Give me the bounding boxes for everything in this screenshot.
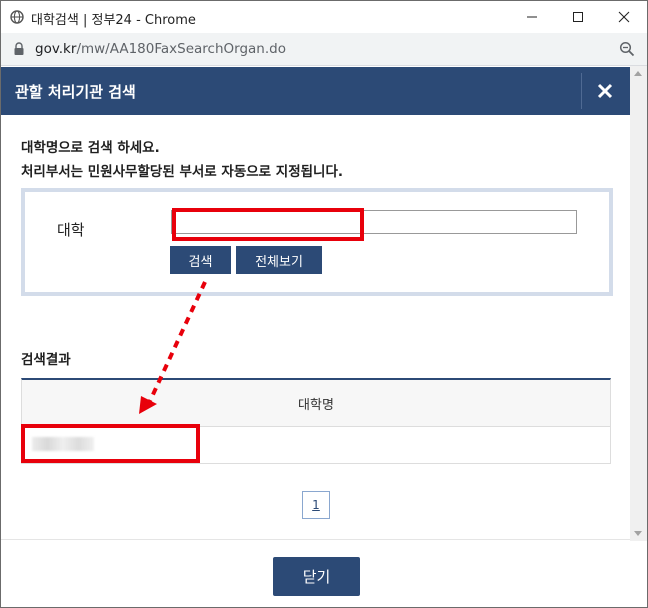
zoom-icon[interactable]	[619, 41, 635, 57]
blurred-result[interactable]	[32, 437, 94, 451]
minimize-button[interactable]	[509, 1, 555, 33]
table-header: 대학명	[22, 380, 610, 427]
url-path: /mw/AA180FaxSearchOrgan.do	[76, 41, 286, 57]
window-title: 대학검색 | 정부24 - Chrome	[31, 13, 196, 28]
close-icon	[597, 83, 613, 99]
view-all-button[interactable]: 전체보기	[236, 246, 322, 274]
header-divider	[581, 73, 582, 109]
lock-icon	[14, 42, 24, 55]
column-univ-name: 대학명	[298, 398, 334, 413]
search-button[interactable]: 검색	[170, 246, 231, 274]
maximize-button[interactable]	[555, 1, 601, 33]
close-icon	[618, 11, 630, 23]
popup-header: 관할 처리기관 검색	[1, 67, 630, 115]
maximize-icon	[573, 12, 583, 22]
univ-search-input[interactable]	[171, 210, 577, 234]
address-bar[interactable]: gov.kr/mw/AA180FaxSearchOrgan.do	[1, 33, 647, 66]
table-row[interactable]	[22, 427, 610, 464]
scroll-down-icon[interactable]	[634, 531, 642, 536]
vertical-scrollbar[interactable]	[630, 66, 647, 541]
intro-text-1: 대학명으로 검색 하세요.	[21, 140, 160, 156]
browser-window: 대학검색 | 정부24 - Chrome gov.kr/mw/AA180FaxS…	[0, 0, 648, 608]
url-host: gov.kr	[35, 41, 77, 57]
globe-icon	[10, 10, 24, 24]
results-title: 검색결과	[21, 352, 71, 368]
close-button[interactable]: 닫기	[273, 557, 360, 596]
footer-divider	[1, 539, 630, 540]
intro-text-2: 처리부서는 민원사무할당된 부서로 자동으로 지정됩니다.	[21, 164, 344, 180]
popup-title: 관할 처리기관 검색	[15, 83, 136, 101]
univ-label: 대학	[57, 221, 85, 239]
url-text[interactable]: gov.kr/mw/AA180FaxSearchOrgan.do	[35, 41, 286, 57]
results-table: 대학명	[21, 378, 611, 464]
page-1-link[interactable]: 1	[302, 491, 330, 519]
minimize-icon	[527, 16, 537, 18]
search-panel: 대학 검색 전체보기	[21, 188, 613, 296]
title-bar: 대학검색 | 정부24 - Chrome	[1, 1, 647, 33]
popup-close-button[interactable]	[585, 73, 625, 109]
close-window-button[interactable]	[601, 1, 647, 33]
scroll-up-icon[interactable]	[634, 71, 642, 76]
